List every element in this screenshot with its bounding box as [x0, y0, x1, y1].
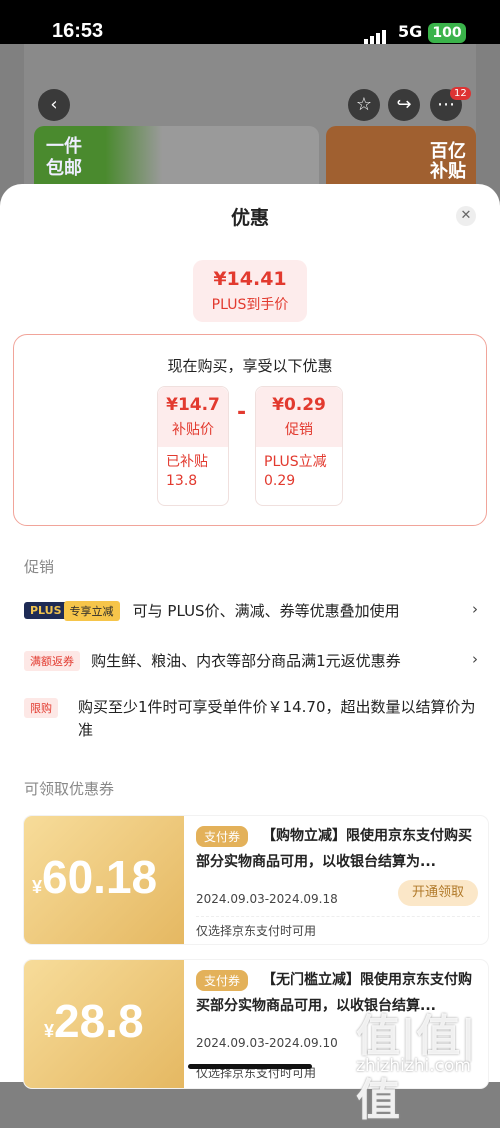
- free-shipping-banner: 一件 包邮: [34, 126, 319, 186]
- card-value: ¥0.29: [272, 395, 326, 415]
- network-type: 5G: [398, 22, 423, 41]
- card-detail-value: 0.29: [264, 473, 296, 489]
- chevron-right-icon: ›: [472, 650, 478, 668]
- card-name: 促销: [285, 422, 313, 438]
- plus-tag-label: 专享立减: [63, 600, 120, 621]
- coupon-tag: 支付券: [196, 826, 249, 847]
- coupon-amount: ¥28.8: [44, 995, 144, 1047]
- back-icon[interactable]: ‹: [38, 89, 70, 121]
- card-name: 补贴价: [172, 422, 214, 438]
- notification-badge: 12: [450, 87, 471, 100]
- sheet-title: 优惠: [230, 207, 269, 229]
- status-time: 16:53: [52, 20, 104, 42]
- banner-text: 百亿 补贴: [430, 141, 466, 182]
- watermark-url: zhizhizhi.com: [356, 1056, 471, 1076]
- promo-row-coupon-return[interactable]: 满额返券 购生鲜、粮油、内衣等部分商品满1元返优惠券 ›: [24, 650, 484, 671]
- plus-tag: PLUS: [24, 602, 68, 619]
- signal-icon: [364, 26, 388, 45]
- promo-tag: 限购: [24, 698, 58, 718]
- coupon-date: 2024.09.03-2024.09.18: [196, 892, 338, 906]
- card-detail-value: 13.8: [166, 473, 198, 489]
- coupon-tag: 支付券: [196, 970, 249, 991]
- card-detail: PLUS立减: [264, 454, 327, 470]
- share-icon[interactable]: ↪: [388, 89, 420, 121]
- promotion-card: ¥0.29 促销 PLUS立减 0.29: [255, 386, 343, 506]
- calc-title: 现在购买，享受以下优惠: [167, 357, 333, 375]
- subsidy-price-card: ¥14.7 补贴价 已补贴 13.8: [157, 386, 229, 506]
- battery-indicator: 100: [428, 23, 466, 43]
- coupons-heading: 可领取优惠券: [24, 780, 115, 798]
- coupon-footer: 仅选择京东支付时可用: [196, 924, 317, 938]
- home-indicator[interactable]: [188, 1064, 312, 1069]
- promo-text: 购买至少1件时可享受单件价￥14.70，超出数量以结算价为准: [78, 698, 476, 739]
- promo-row-limit: 限购 购买至少1件时可享受单件价￥14.70，超出数量以结算价为准: [24, 696, 484, 742]
- promo-text: 可与 PLUS价、满减、券等优惠叠加使用: [132, 602, 400, 620]
- card-value: ¥14.7: [166, 395, 220, 415]
- subsidy-banner: 百亿 补贴: [326, 126, 476, 186]
- card-detail: 已补贴: [166, 454, 208, 470]
- banner-text: 一件 包邮: [46, 136, 82, 179]
- promo-heading: 促销: [24, 558, 55, 576]
- promo-tag: 满额返券: [24, 650, 80, 671]
- claim-button[interactable]: 开通领取: [398, 880, 478, 906]
- final-price-label: PLUS到手价: [211, 297, 289, 313]
- chevron-right-icon: ›: [472, 600, 478, 618]
- coupon-card[interactable]: ¥60.18 支付券 【购物立减】限使用京东支付购买部分实物商品可用，以收银台结…: [24, 816, 488, 944]
- coupon-date: 2024.09.03-2024.09.10: [196, 1036, 338, 1050]
- promo-row-plus[interactable]: PLUS 专享立减 可与 PLUS价、满减、券等优惠叠加使用 ›: [24, 600, 484, 621]
- promo-text: 购生鲜、粮油、内衣等部分商品满1元返优惠券: [91, 652, 401, 670]
- coupon-amount: ¥60.18: [32, 851, 158, 903]
- final-price-box: ¥14.41 PLUS到手价: [193, 260, 307, 322]
- coupon-amount-panel: ¥60.18: [24, 816, 184, 944]
- close-icon[interactable]: ✕: [456, 206, 476, 226]
- favorite-star-icon[interactable]: ☆: [348, 89, 380, 121]
- divider: [196, 916, 480, 917]
- coupon-amount-panel: ¥28.8: [24, 960, 184, 1088]
- minus-sign: -: [237, 400, 247, 425]
- final-price: ¥14.41: [213, 268, 287, 290]
